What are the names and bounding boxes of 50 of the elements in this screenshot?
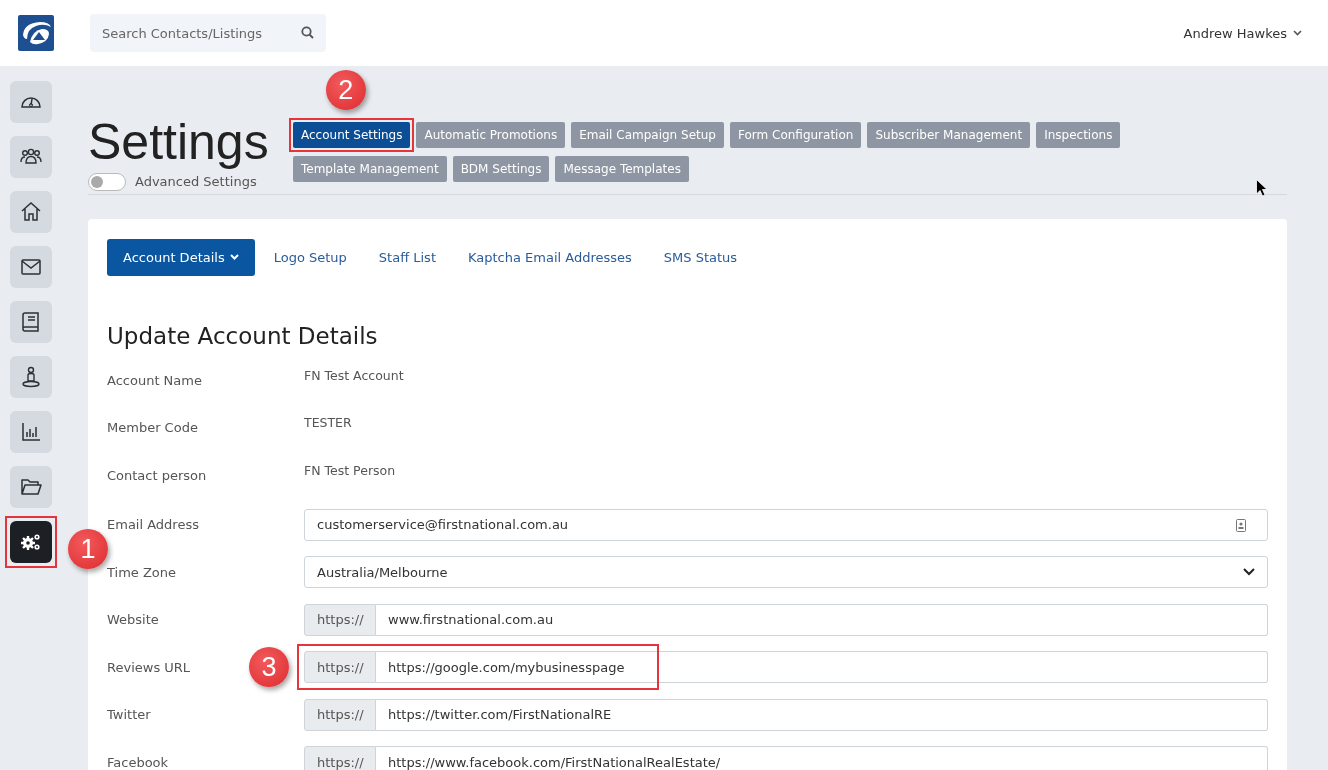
url-prefix: https://: [304, 603, 376, 636]
sidebar-item[interactable]: [10, 136, 52, 178]
field-value: FN Test Account: [304, 366, 405, 383]
url-field[interactable]: https://www.facebook.com/FirstNationalRealEstate/: [376, 746, 1268, 770]
chevron-down-icon: [1293, 30, 1302, 36]
cursor-icon: [1256, 179, 1268, 197]
sub-tab[interactable]: SMS Status: [650, 239, 751, 275]
step-badge: 1: [68, 529, 108, 569]
search-field[interactable]: Search Contacts/Listings: [90, 14, 326, 52]
field-label: Reviews URL: [107, 659, 191, 675]
contact-card-icon: [1236, 518, 1246, 532]
search-icon: [301, 26, 314, 39]
sub-tab[interactable]: Staff List: [365, 239, 449, 275]
url-prefix: https://: [304, 746, 376, 770]
sub-tab[interactable]: Kaptcha Email Addresses: [455, 239, 645, 275]
field-value: FN Test Person: [304, 461, 397, 478]
url-field[interactable]: https://google.com/mybusinesspage: [376, 651, 1268, 684]
section-heading: Update Account Details: [107, 322, 379, 349]
step-badge: 2: [325, 70, 366, 110]
user-menu[interactable]: Andrew Hawkes: [1183, 25, 1302, 41]
page-title: Settings: [88, 116, 270, 169]
field-label: Contact person: [107, 466, 207, 483]
logo-icon: [18, 15, 54, 51]
url-prefix: https://: [304, 698, 376, 731]
email-field[interactable]: customerservice@firstnational.com.au: [304, 508, 1268, 541]
url-field[interactable]: https://twitter.com/FirstNationalRE: [376, 698, 1268, 731]
timezone-select[interactable]: Australia/Melbourne: [304, 556, 1268, 589]
field-label: Website: [107, 612, 159, 628]
sub-tab[interactable]: Logo Setup: [260, 239, 360, 275]
sidebar-item[interactable]: [10, 356, 52, 398]
home-icon: [19, 200, 43, 224]
highlight-frame: [5, 516, 57, 568]
toggle-label: Advanced Settings: [135, 174, 257, 189]
field-label: Twitter: [107, 707, 151, 723]
field-label: Facebook: [107, 754, 169, 770]
chevron-down-icon: [1243, 568, 1255, 577]
sidebar-item[interactable]: [10, 521, 52, 563]
toggle-switch[interactable]: [88, 172, 126, 191]
field-label: Email Address: [107, 517, 199, 533]
settings-tab[interactable]: Account Settings: [293, 122, 411, 148]
sub-tab[interactable]: Account Details: [107, 238, 255, 276]
field-label: Time Zone: [107, 564, 177, 580]
step-badge: 3: [249, 647, 289, 688]
field-label: Member Code: [107, 419, 198, 435]
url-field[interactable]: www.firstnational.com.au: [376, 603, 1268, 636]
field-label: Account Name: [107, 371, 202, 388]
bar-chart-icon: [19, 420, 43, 444]
sidebar-item[interactable]: [10, 81, 52, 123]
url-prefix: https://: [304, 651, 376, 684]
field-value: TESTER: [304, 414, 353, 430]
